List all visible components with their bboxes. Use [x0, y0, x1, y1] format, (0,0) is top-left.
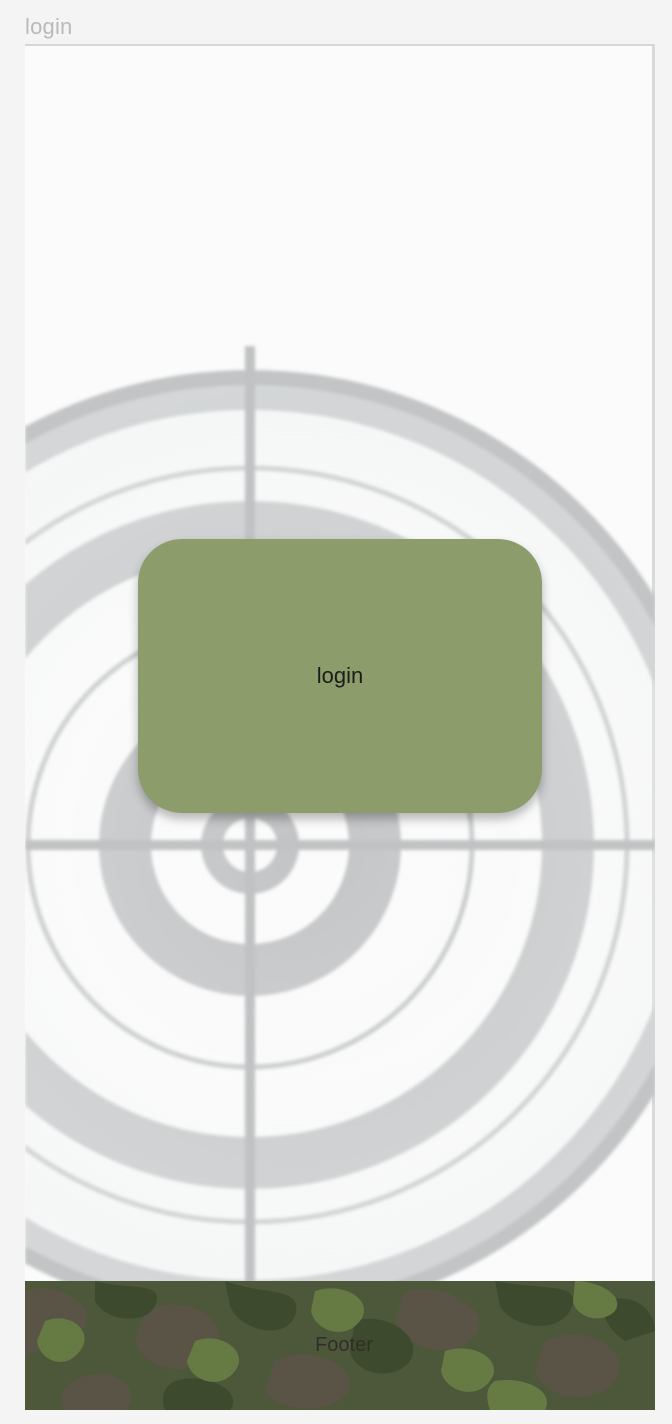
frame-title: login [25, 14, 73, 39]
app-frame: login Footer [25, 44, 655, 1410]
footer-label: Footer [315, 1334, 373, 1356]
login-button[interactable]: login [138, 539, 542, 813]
footer: Footer [25, 1281, 655, 1410]
